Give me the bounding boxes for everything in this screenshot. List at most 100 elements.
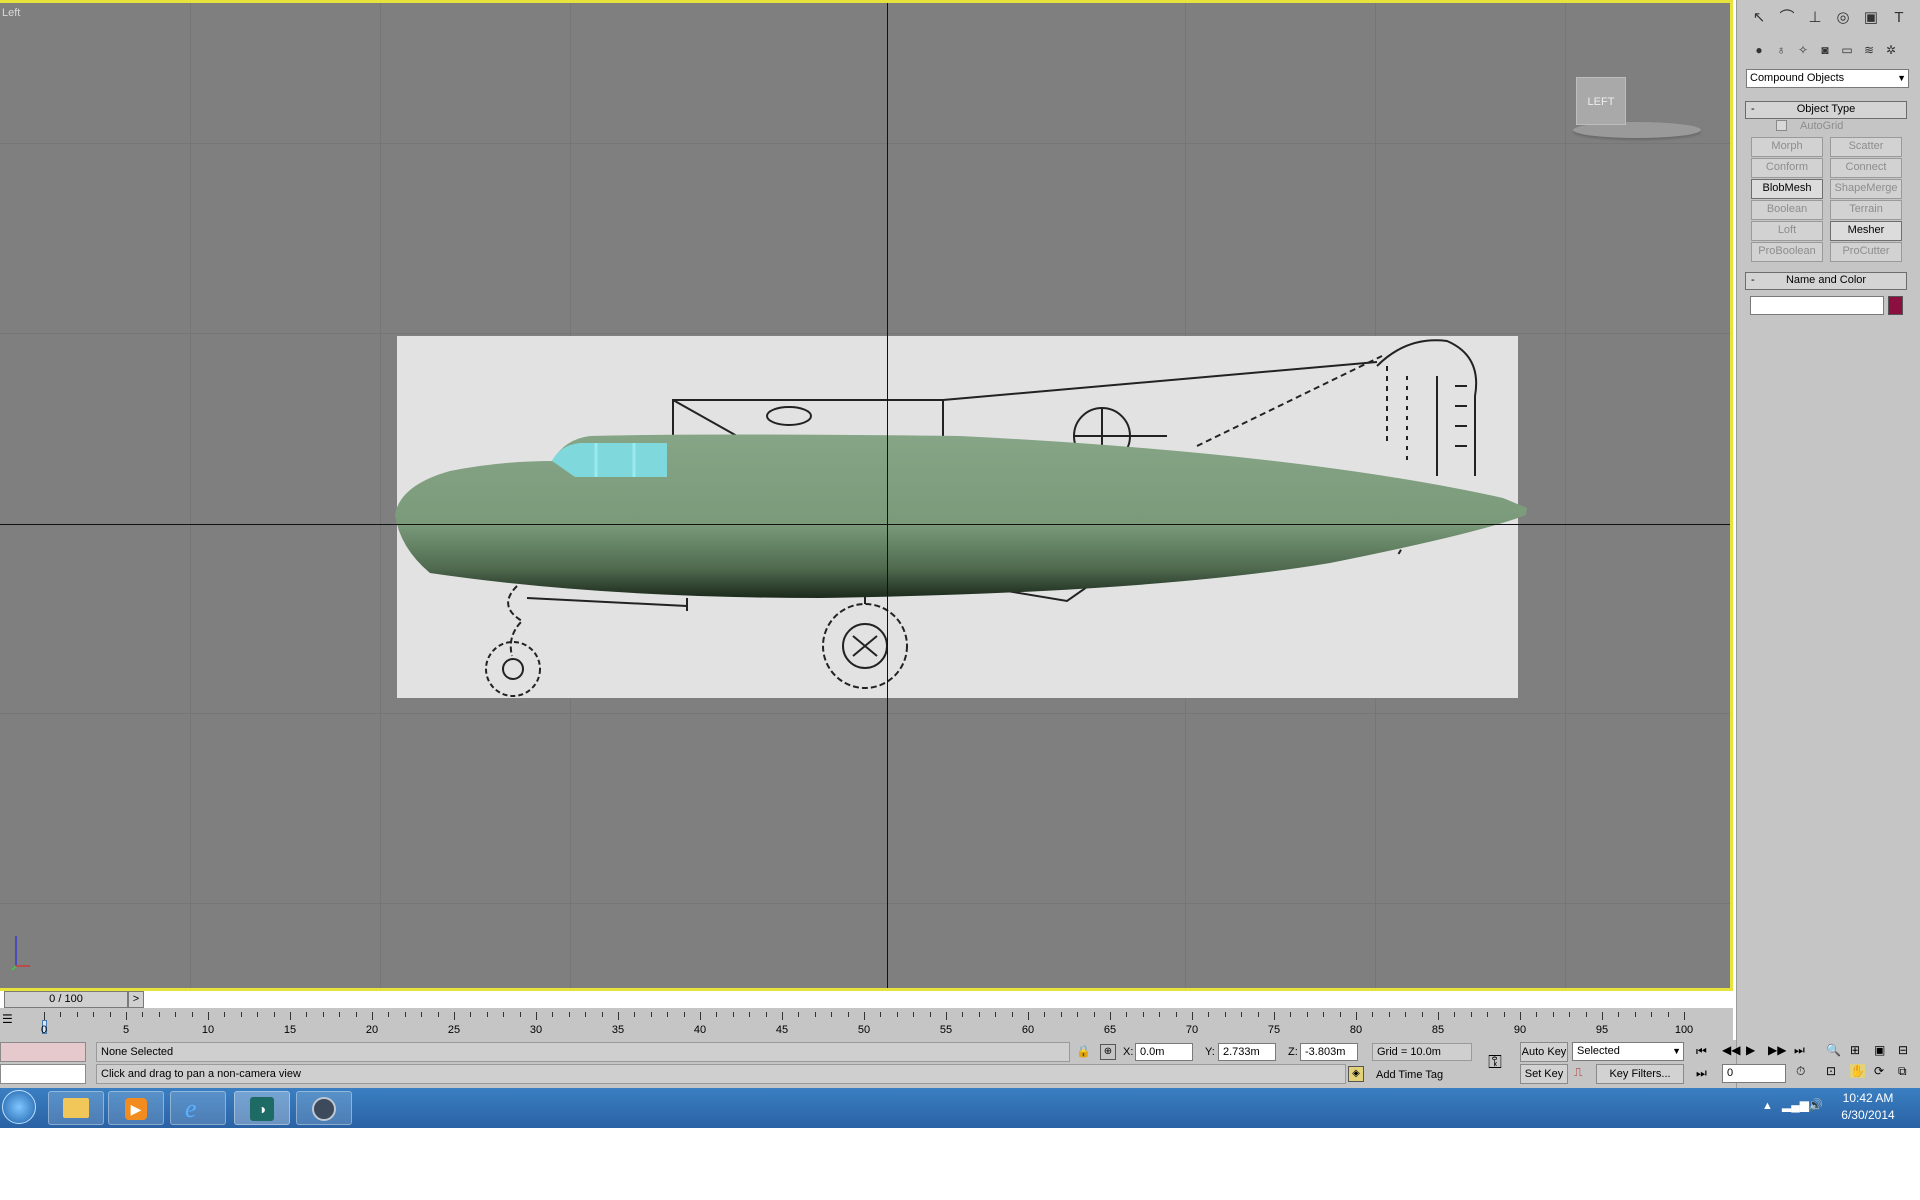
terrain-button[interactable]: Terrain [1830, 200, 1902, 220]
category-dropdown[interactable]: Compound Objects ▼ [1746, 69, 1909, 88]
key-mode-dropdown[interactable]: Selected ▼ [1572, 1042, 1684, 1061]
loft-button[interactable]: Loft [1751, 221, 1823, 241]
timeline-tick [1487, 1012, 1488, 1017]
rollout-collapse-toggle[interactable]: - [1751, 273, 1755, 287]
x-coord-field[interactable]: 0.0m [1135, 1043, 1193, 1061]
time-config-icon[interactable]: ⏱ [1796, 1064, 1805, 1079]
time-tag-icon[interactable]: ◈ [1348, 1066, 1364, 1082]
timeline-tick [1668, 1012, 1669, 1017]
timeline-tick [421, 1012, 422, 1017]
maxscript-input[interactable] [0, 1064, 86, 1084]
x-coord-label: X: [1123, 1046, 1134, 1058]
key-filters-button[interactable]: Key Filters... [1596, 1064, 1684, 1084]
current-frame-field[interactable]: 0 [1722, 1064, 1786, 1083]
y-coord-field[interactable]: 2.733m [1218, 1043, 1276, 1061]
timeline-tick [274, 1012, 275, 1017]
modify-tab-icon[interactable]: ⌒ [1774, 6, 1800, 30]
zoom-extents-icon[interactable]: ▣ [1874, 1043, 1885, 1057]
taskbar-photo-viewer[interactable] [296, 1091, 352, 1125]
fuselage-model[interactable] [0, 3, 1733, 991]
lock-icon[interactable]: 🔒 [1076, 1044, 1091, 1058]
maxscript-listener-mini[interactable] [0, 1042, 86, 1062]
object-name-field[interactable] [1750, 296, 1884, 315]
volume-icon[interactable]: 🔊 [1808, 1098, 1823, 1112]
auto-key-button[interactable]: Auto Key [1520, 1042, 1568, 1062]
key-mode-value: Selected [1577, 1045, 1620, 1057]
set-key-button[interactable]: Set Key [1520, 1064, 1568, 1084]
time-slider-next-button[interactable]: > [128, 991, 144, 1008]
timeline-tick [962, 1012, 963, 1017]
network-icon[interactable]: ▂▄▆ [1782, 1098, 1809, 1112]
timeline-tick [1356, 1012, 1357, 1020]
timeline-tick [585, 1012, 586, 1017]
proboolean-button[interactable]: ProBoolean [1751, 242, 1823, 262]
taskbar-3dsmax[interactable]: ◑ [234, 1091, 290, 1125]
zoom-extents-all-icon[interactable]: ⊟ [1898, 1043, 1908, 1057]
timeline-tick-label: 50 [857, 1024, 871, 1036]
taskbar-explorer[interactable] [48, 1091, 104, 1125]
object-type-rollout-header[interactable]: - Object Type [1745, 101, 1907, 119]
timeline-tick-label: 75 [1267, 1024, 1281, 1036]
shapemerge-button[interactable]: ShapeMerge [1830, 179, 1902, 199]
taskbar-media-player[interactable]: ▶ [108, 1091, 164, 1125]
timeline-tick [667, 1012, 668, 1017]
viewport-left[interactable]: Left LEFT [0, 0, 1733, 991]
key-icon[interactable]: ⚿ [1482, 1050, 1508, 1074]
timeline-tick [1553, 1012, 1554, 1017]
zoom-all-icon[interactable]: ⊞ [1850, 1043, 1860, 1057]
timeline-tick-label: 30 [529, 1024, 543, 1036]
name-color-rollout-header[interactable]: - Name and Color [1745, 272, 1907, 290]
boolean-button[interactable]: Boolean [1751, 200, 1823, 220]
z-coord-field[interactable]: -3.803m [1300, 1043, 1358, 1061]
show-hidden-icons[interactable]: ▲ [1762, 1100, 1773, 1112]
default-tangent-icon[interactable]: ⎍ [1574, 1065, 1590, 1083]
connect-button[interactable]: Connect [1830, 158, 1902, 178]
scatter-button[interactable]: Scatter [1830, 137, 1902, 157]
viewcube[interactable]: LEFT [1576, 77, 1626, 125]
hierarchy-tab-icon[interactable]: ⊥ [1802, 6, 1828, 30]
timeline-tick [749, 1012, 750, 1017]
blobmesh-button[interactable]: BlobMesh [1751, 179, 1823, 199]
orbit-icon[interactable]: ⟳ [1874, 1064, 1884, 1078]
time-slider[interactable]: 0 / 100 [4, 991, 128, 1008]
field-of-view-icon[interactable]: ⊡ [1826, 1064, 1836, 1078]
maximize-viewport-icon[interactable]: ⧉ [1898, 1064, 1907, 1079]
go-to-end-icon[interactable]: ⏭ [1794, 1043, 1805, 1058]
curve-editor-icon[interactable]: ☰ [2, 1012, 16, 1026]
key-mode-toggle-icon[interactable]: ⏭ [1696, 1066, 1707, 1081]
conform-button[interactable]: Conform [1751, 158, 1823, 178]
timeline-tick [798, 1012, 799, 1017]
taskbar-clock[interactable]: 10:42 AM 6/30/2014 [1828, 1090, 1908, 1126]
morph-button[interactable]: Morph [1751, 137, 1823, 157]
next-frame-icon[interactable]: ▶▶ [1768, 1043, 1786, 1057]
timeline-tick [388, 1012, 389, 1017]
play-icon[interactable]: ▶ [1746, 1043, 1755, 1057]
z-coord-label: Z: [1288, 1046, 1298, 1058]
create-tab-icon[interactable]: ↖ [1746, 6, 1772, 30]
prev-frame-icon[interactable]: ◀◀ [1722, 1043, 1740, 1057]
timeline-tick-label: 70 [1185, 1024, 1199, 1036]
pan-view-icon[interactable]: ✋ [1850, 1064, 1865, 1078]
rollout-collapse-toggle[interactable]: - [1751, 102, 1755, 116]
autogrid-checkbox[interactable] [1776, 120, 1787, 131]
zoom-icon[interactable]: 🔍 [1826, 1043, 1841, 1057]
timeline-tick [1061, 1012, 1062, 1017]
add-time-tag-button[interactable]: Add Time Tag [1376, 1069, 1443, 1081]
autogrid-label: AutoGrid [1800, 120, 1844, 132]
timeline-tick [454, 1012, 455, 1020]
motion-tab-icon[interactable]: ◎ [1830, 6, 1856, 30]
transform-mode-icon[interactable]: ⊕ [1100, 1044, 1116, 1060]
timeline-tick [1504, 1012, 1505, 1017]
systems-icon[interactable]: ✲ [1878, 38, 1904, 62]
mesher-button[interactable]: Mesher [1830, 221, 1902, 241]
timeline-tick [848, 1012, 849, 1017]
go-to-start-icon[interactable]: ⏮ [1696, 1044, 1707, 1059]
utilities-tab-icon[interactable]: T [1886, 6, 1912, 30]
taskbar-internet-explorer[interactable]: e [170, 1091, 226, 1125]
procutter-button[interactable]: ProCutter [1830, 242, 1902, 262]
display-tab-icon[interactable]: ▣ [1858, 6, 1884, 30]
category-dropdown-value: Compound Objects [1750, 72, 1845, 84]
start-button[interactable] [2, 1090, 36, 1124]
timeline-tick-label: 20 [365, 1024, 379, 1036]
object-color-swatch[interactable] [1888, 296, 1903, 315]
